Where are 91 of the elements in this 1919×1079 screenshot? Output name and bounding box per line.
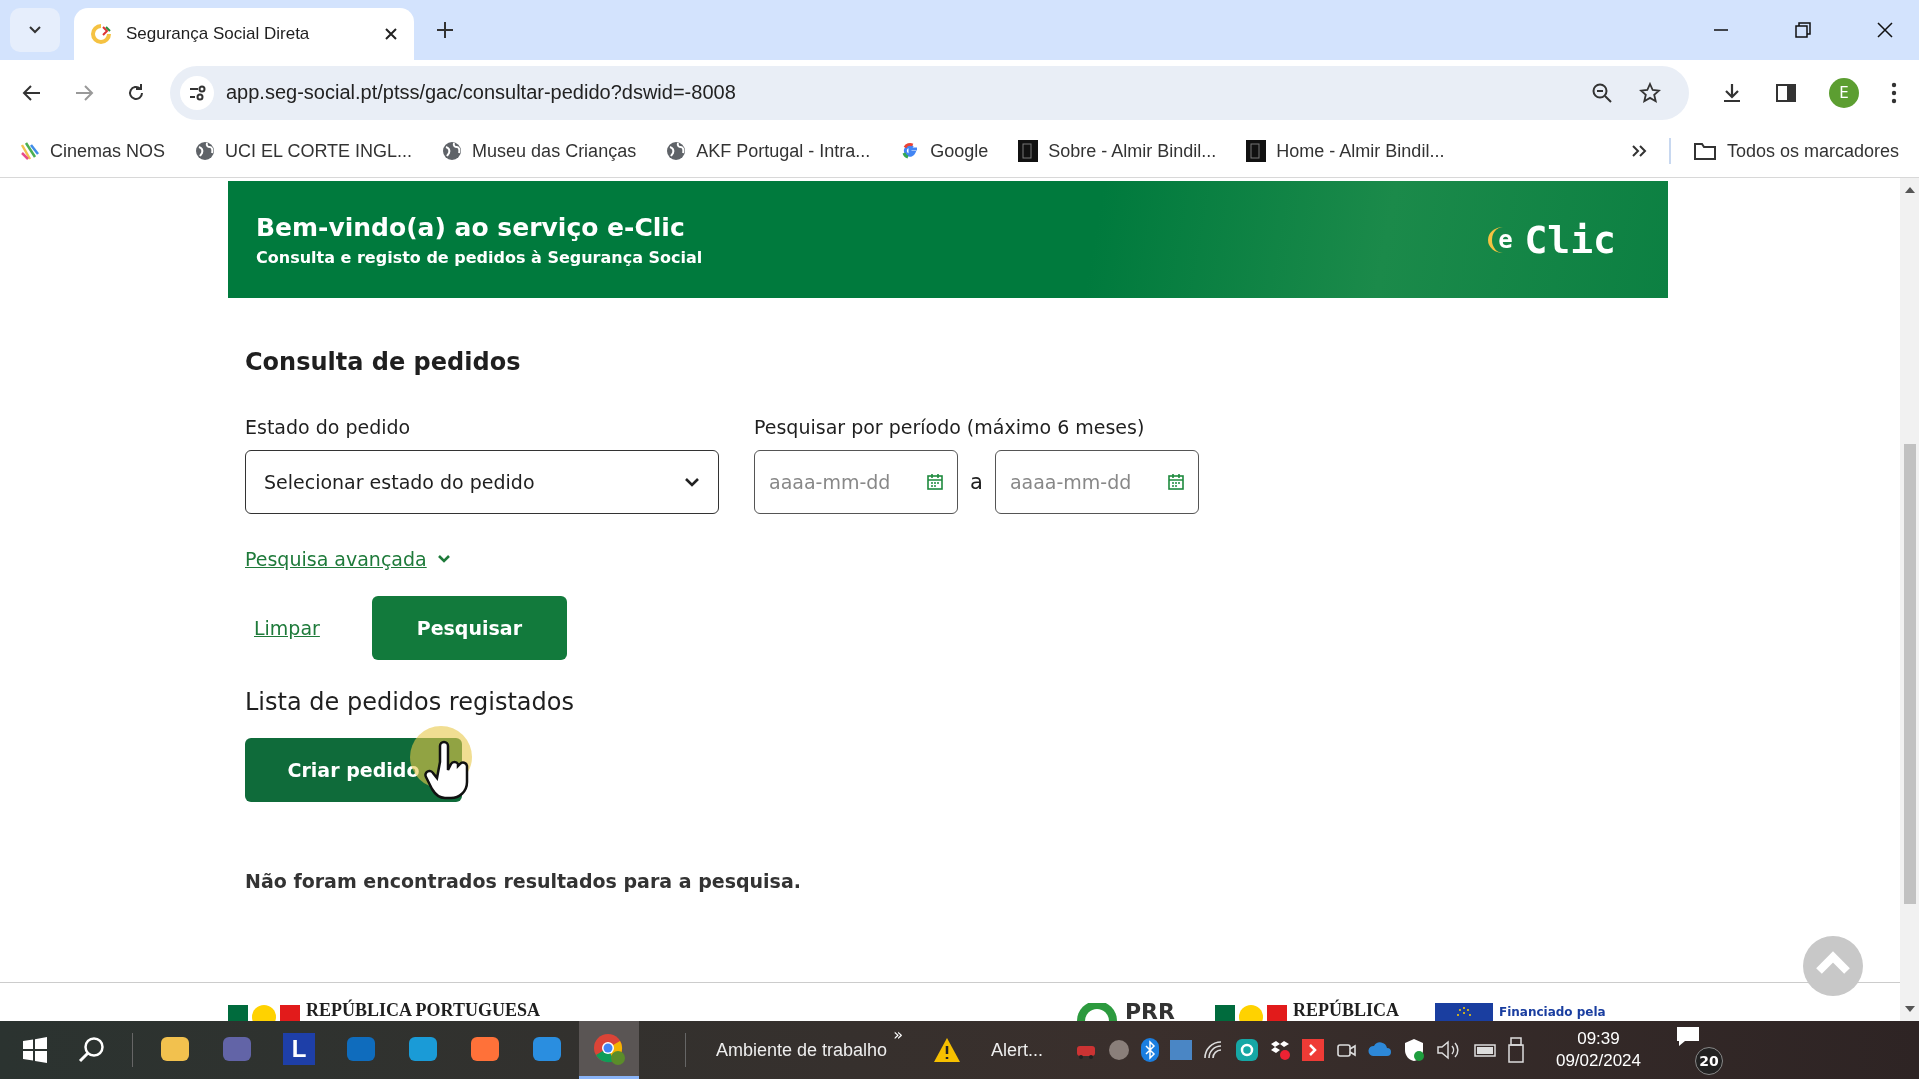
- thumbnail-icon: [1246, 140, 1267, 162]
- site-logo-icon: [90, 23, 112, 45]
- menu-icon[interactable]: [1891, 81, 1897, 104]
- flag-icon: [228, 1003, 300, 1021]
- search-button[interactable]: Pesquisar: [371, 596, 567, 660]
- toolbar-more-button[interactable]: »: [893, 1025, 903, 1044]
- globe-icon: [666, 141, 687, 161]
- scroll-down-icon[interactable]: [1903, 1005, 1916, 1013]
- taskbar-alert-label[interactable]: Alert...: [990, 1039, 1043, 1061]
- stripes-icon: [20, 141, 40, 161]
- empty-results-message: Não foram encontrados resultados para a pesquisa.: [245, 870, 802, 892]
- calendar-icon[interactable]: [926, 473, 944, 491]
- volume-icon[interactable]: [1435, 1040, 1460, 1060]
- warning-icon[interactable]: [932, 1037, 961, 1063]
- partner-logo: PRR: [1074, 1003, 1175, 1021]
- taskbar-app[interactable]: [579, 1021, 639, 1079]
- bookmark-item[interactable]: Google: [900, 140, 989, 162]
- bookmark-label: Cinemas NOS: [50, 140, 166, 162]
- partner-logo: REPÚBLICA: [1214, 1000, 1399, 1021]
- field-label: Estado do pedido: [245, 416, 412, 438]
- site-settings-icon[interactable]: [180, 75, 214, 110]
- field-label: Pesquisar por período (máximo 6 meses): [754, 416, 1146, 438]
- browser-tab[interactable]: Segurança Social Direta: [74, 8, 414, 60]
- globe-icon: [442, 141, 463, 161]
- close-icon[interactable]: [384, 27, 398, 41]
- search-icon[interactable]: [78, 1036, 106, 1064]
- tab-title: Segurança Social Direta: [126, 24, 311, 44]
- start-date-field[interactable]: aaaa-mm-dd: [754, 450, 958, 514]
- date-range-separator: a: [970, 470, 983, 494]
- restore-icon[interactable]: [1795, 22, 1811, 38]
- bookmark-item[interactable]: Home - Almir Bindil...: [1246, 140, 1445, 162]
- bluetooth-icon[interactable]: [1140, 1038, 1159, 1062]
- bookmark-label: Home - Almir Bindil...: [1276, 140, 1445, 162]
- usb-drive-icon[interactable]: [1507, 1037, 1526, 1063]
- bookmark-label: Museu das Crianças: [472, 140, 637, 162]
- side-panel-icon[interactable]: [1775, 81, 1797, 104]
- all-bookmarks-button[interactable]: Todos os marcadores: [1692, 140, 1899, 162]
- thumbnail-icon: [1018, 140, 1039, 162]
- reload-icon[interactable]: [126, 82, 146, 103]
- flag-icon: [1214, 1003, 1287, 1021]
- windows-start-icon[interactable]: [22, 1037, 48, 1063]
- bookmark-label: Google: [930, 140, 989, 162]
- toolbar-label[interactable]: Ambiente de trabalho: [716, 1039, 888, 1061]
- chat-bubble-icon: [1675, 1025, 1702, 1047]
- end-date-field[interactable]: aaaa-mm-dd: [994, 450, 1199, 514]
- bookmark-star-icon[interactable]: [1639, 81, 1661, 104]
- chevron-down-icon: [28, 25, 42, 35]
- clear-link[interactable]: Limpar: [254, 617, 320, 639]
- folder-icon: [1692, 141, 1717, 161]
- zoom-out-icon[interactable]: [1591, 81, 1613, 104]
- app-letter-icon: L: [283, 1032, 315, 1065]
- chevron-down-icon: [436, 554, 451, 564]
- status-dropdown[interactable]: Selecionar estado do pedido: [245, 450, 719, 514]
- bookmark-label: Sobre - Almir Bindil...: [1048, 140, 1217, 162]
- advanced-search-link[interactable]: Pesquisa avançada: [245, 548, 427, 570]
- back-icon[interactable]: [22, 82, 42, 103]
- new-tab-icon[interactable]: [436, 21, 454, 39]
- partner-logo: Financiado pela: [1434, 1003, 1606, 1021]
- section-heading: Consulta de pedidos: [245, 348, 522, 376]
- scrollbar-thumb[interactable]: [1903, 444, 1916, 904]
- globe-icon: [195, 141, 216, 161]
- antivirus-icon[interactable]: [1235, 1039, 1258, 1061]
- shield-icon[interactable]: [1402, 1038, 1425, 1062]
- address-bar[interactable]: app.seg-social.pt/ptss/gac/consultar-pedido?dswid=-8008: [170, 65, 1689, 120]
- clock-time: 09:39: [1577, 1029, 1620, 1049]
- chrome-icon: [592, 1031, 626, 1066]
- chevron-down-icon: [684, 477, 700, 487]
- forward-icon[interactable]: [74, 82, 94, 103]
- bookmark-item[interactable]: Sobre - Almir Bindil...: [1018, 140, 1217, 162]
- notification-count: 20: [1695, 1047, 1724, 1075]
- scrollbar[interactable]: [1900, 178, 1919, 1021]
- banner-subtitle: Consulta e registo de pedidos à Segurança Social: [256, 247, 703, 267]
- taskbar-app[interactable]: L: [269, 1021, 329, 1079]
- section-heading: Lista de pedidos registados: [245, 688, 575, 716]
- close-icon[interactable]: [1877, 22, 1893, 38]
- eu-flag-icon: [1434, 1003, 1493, 1021]
- more-bookmarks-icon[interactable]: [1630, 144, 1647, 158]
- bookmark-label: Todos os marcadores: [1726, 140, 1899, 162]
- taskbar-clock[interactable]: 09:39 09/02/2024: [1555, 1029, 1642, 1071]
- download-icon[interactable]: [1721, 81, 1743, 104]
- bookmark-item[interactable]: Cinemas NOS: [20, 140, 166, 162]
- remote-desktop-icon[interactable]: [1301, 1039, 1324, 1061]
- bookmark-item[interactable]: Museu das Crianças: [442, 140, 637, 162]
- scroll-up-icon[interactable]: [1903, 186, 1916, 194]
- notification-center-button[interactable]: 20: [1675, 1025, 1724, 1075]
- banner-title: Bem-vindo(a) ao serviço e-Clic: [256, 212, 686, 242]
- url-text: app.seg-social.pt/ptss/gac/consultar-pedido?dswid=-8008: [226, 81, 736, 104]
- calendar-icon[interactable]: [1166, 473, 1185, 491]
- eclic-logo: e Clic: [1488, 217, 1616, 262]
- partner-logo: REPÚBLICA PORTUGUESA: [228, 1000, 540, 1021]
- clock-date: 09/02/2024: [1555, 1051, 1642, 1071]
